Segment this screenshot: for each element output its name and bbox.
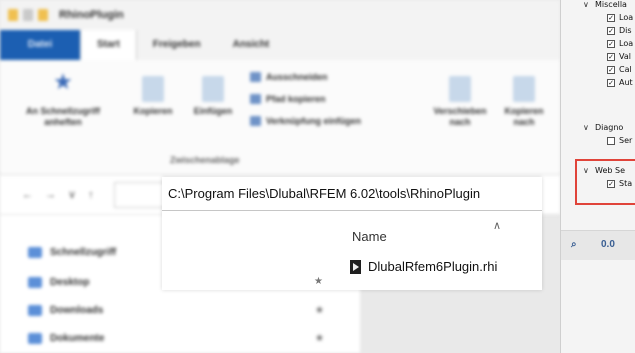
misc-item-label: Val: [619, 52, 631, 61]
pin-to-quick-access-button[interactable]: ★ An Schnellzugriff anheften: [18, 69, 108, 128]
nav-item-desktop[interactable]: Desktop: [28, 277, 89, 288]
copy-path-button[interactable]: Pfad kopieren: [250, 94, 326, 104]
settings-panel: ∨ Miscella ✓ Loa ✓ Dis ✓ Loa ✓ Val ✓ Cal…: [560, 0, 635, 353]
web-item-label: Sta: [619, 179, 633, 188]
folder-icon: [38, 9, 48, 21]
checkbox-diag[interactable]: [607, 137, 615, 145]
ribbon: ★ An Schnellzugriff anheften Kopieren Ei…: [0, 60, 560, 175]
nav-item-downloads[interactable]: Downloads: [28, 305, 103, 316]
checkbox-misc-5[interactable]: ✓: [607, 66, 615, 74]
section-miscellaneous: Miscella: [595, 0, 627, 9]
checkbox-web-start[interactable]: ✓: [607, 180, 615, 188]
separator-icon: [23, 9, 33, 21]
tab-ansicht[interactable]: Ansicht: [217, 30, 286, 60]
nav-item-documents[interactable]: Dokumente: [28, 333, 104, 344]
copy-to-icon: [513, 76, 535, 102]
checkbox-misc-1[interactable]: ✓: [607, 14, 615, 22]
copy-to-button[interactable]: Kopieren nach: [496, 76, 552, 128]
ribbon-tab-bar: Datei Start Freigeben Ansicht: [0, 30, 560, 60]
download-icon: [28, 305, 42, 316]
section-web-service: Web Se: [595, 166, 625, 175]
file-name: DlubalRfem6Plugin.rhi: [368, 259, 498, 274]
star-icon: [28, 247, 42, 258]
title-bar: RhinoPlugin: [0, 0, 560, 30]
checkbox-misc-2[interactable]: ✓: [607, 27, 615, 35]
desktop-icon: [28, 277, 42, 288]
search-icon[interactable]: ⌕: [571, 239, 577, 250]
zoom-overlay: C:\Program Files\Dlubal\RFEM 6.02\tools\…: [162, 177, 542, 290]
checkbox-misc-6[interactable]: ✓: [607, 79, 615, 87]
paste-shortcut-button[interactable]: Verknüpfung einfügen: [250, 116, 361, 126]
sort-ascending-icon: ∧: [493, 220, 502, 232]
misc-item-label: Aut: [619, 78, 633, 87]
tab-datei[interactable]: Datei: [0, 30, 80, 60]
numeric-format-icon[interactable]: 0.0: [601, 239, 615, 250]
folder-icon: [8, 9, 18, 21]
nav-item-quick-access[interactable]: Schnellzugriff: [28, 247, 116, 258]
address-bar[interactable]: C:\Program Files\Dlubal\RFEM 6.02\tools\…: [162, 177, 542, 211]
scissors-icon: [250, 72, 261, 82]
checkbox-misc-3[interactable]: ✓: [607, 40, 615, 48]
pin-icon[interactable]: ★: [315, 333, 324, 344]
tab-freigeben[interactable]: Freigeben: [137, 30, 217, 60]
back-arrow-icon[interactable]: ←: [22, 189, 33, 201]
copy-icon: [142, 76, 164, 102]
address-path[interactable]: C:\Program Files\Dlubal\RFEM 6.02\tools\…: [168, 186, 480, 201]
chevron-down-icon[interactable]: ∨: [583, 123, 589, 132]
shortcut-icon: [250, 116, 261, 126]
clipboard-group-label: Zwischenablage: [170, 155, 240, 165]
path-icon: [250, 94, 261, 104]
paste-button[interactable]: Einfügen: [188, 76, 238, 117]
clipboard-icon: [202, 76, 224, 102]
panel-footer: ⌕ 0.0: [561, 230, 635, 260]
section-diagnostics: Diagno: [595, 123, 624, 132]
forward-arrow-icon[interactable]: →: [45, 189, 56, 201]
move-icon: [449, 76, 471, 102]
misc-item-label: Loa: [619, 39, 634, 48]
chevron-down-icon[interactable]: ∨: [583, 166, 589, 175]
column-header-name[interactable]: Name: [352, 229, 387, 244]
misc-item-label: Loa: [619, 13, 634, 22]
chevron-down-icon[interactable]: ∨: [583, 0, 589, 9]
pin-icon[interactable]: ★: [315, 305, 324, 316]
cut-button[interactable]: Ausschneiden: [250, 72, 328, 82]
misc-item-label: Dis: [619, 26, 632, 35]
misc-item-label: Cal: [619, 65, 632, 74]
document-icon: [28, 333, 42, 344]
up-arrow-icon[interactable]: ↑: [88, 189, 94, 201]
file-row[interactable]: DlubalRfem6Plugin.rhi: [350, 259, 497, 274]
checkbox-misc-4[interactable]: ✓: [607, 53, 615, 61]
window-title: RhinoPlugin: [59, 9, 124, 21]
move-to-button[interactable]: Verschieben nach: [432, 76, 488, 128]
tab-start[interactable]: Start: [80, 30, 137, 60]
copy-button[interactable]: Kopieren: [128, 76, 178, 117]
chevron-down-icon[interactable]: ∨: [68, 188, 76, 201]
diag-item-label: Ser: [619, 136, 633, 145]
pin-icon: ★: [53, 69, 73, 94]
rhino-file-icon: [350, 259, 361, 274]
pin-icon[interactable]: ★: [314, 276, 323, 287]
